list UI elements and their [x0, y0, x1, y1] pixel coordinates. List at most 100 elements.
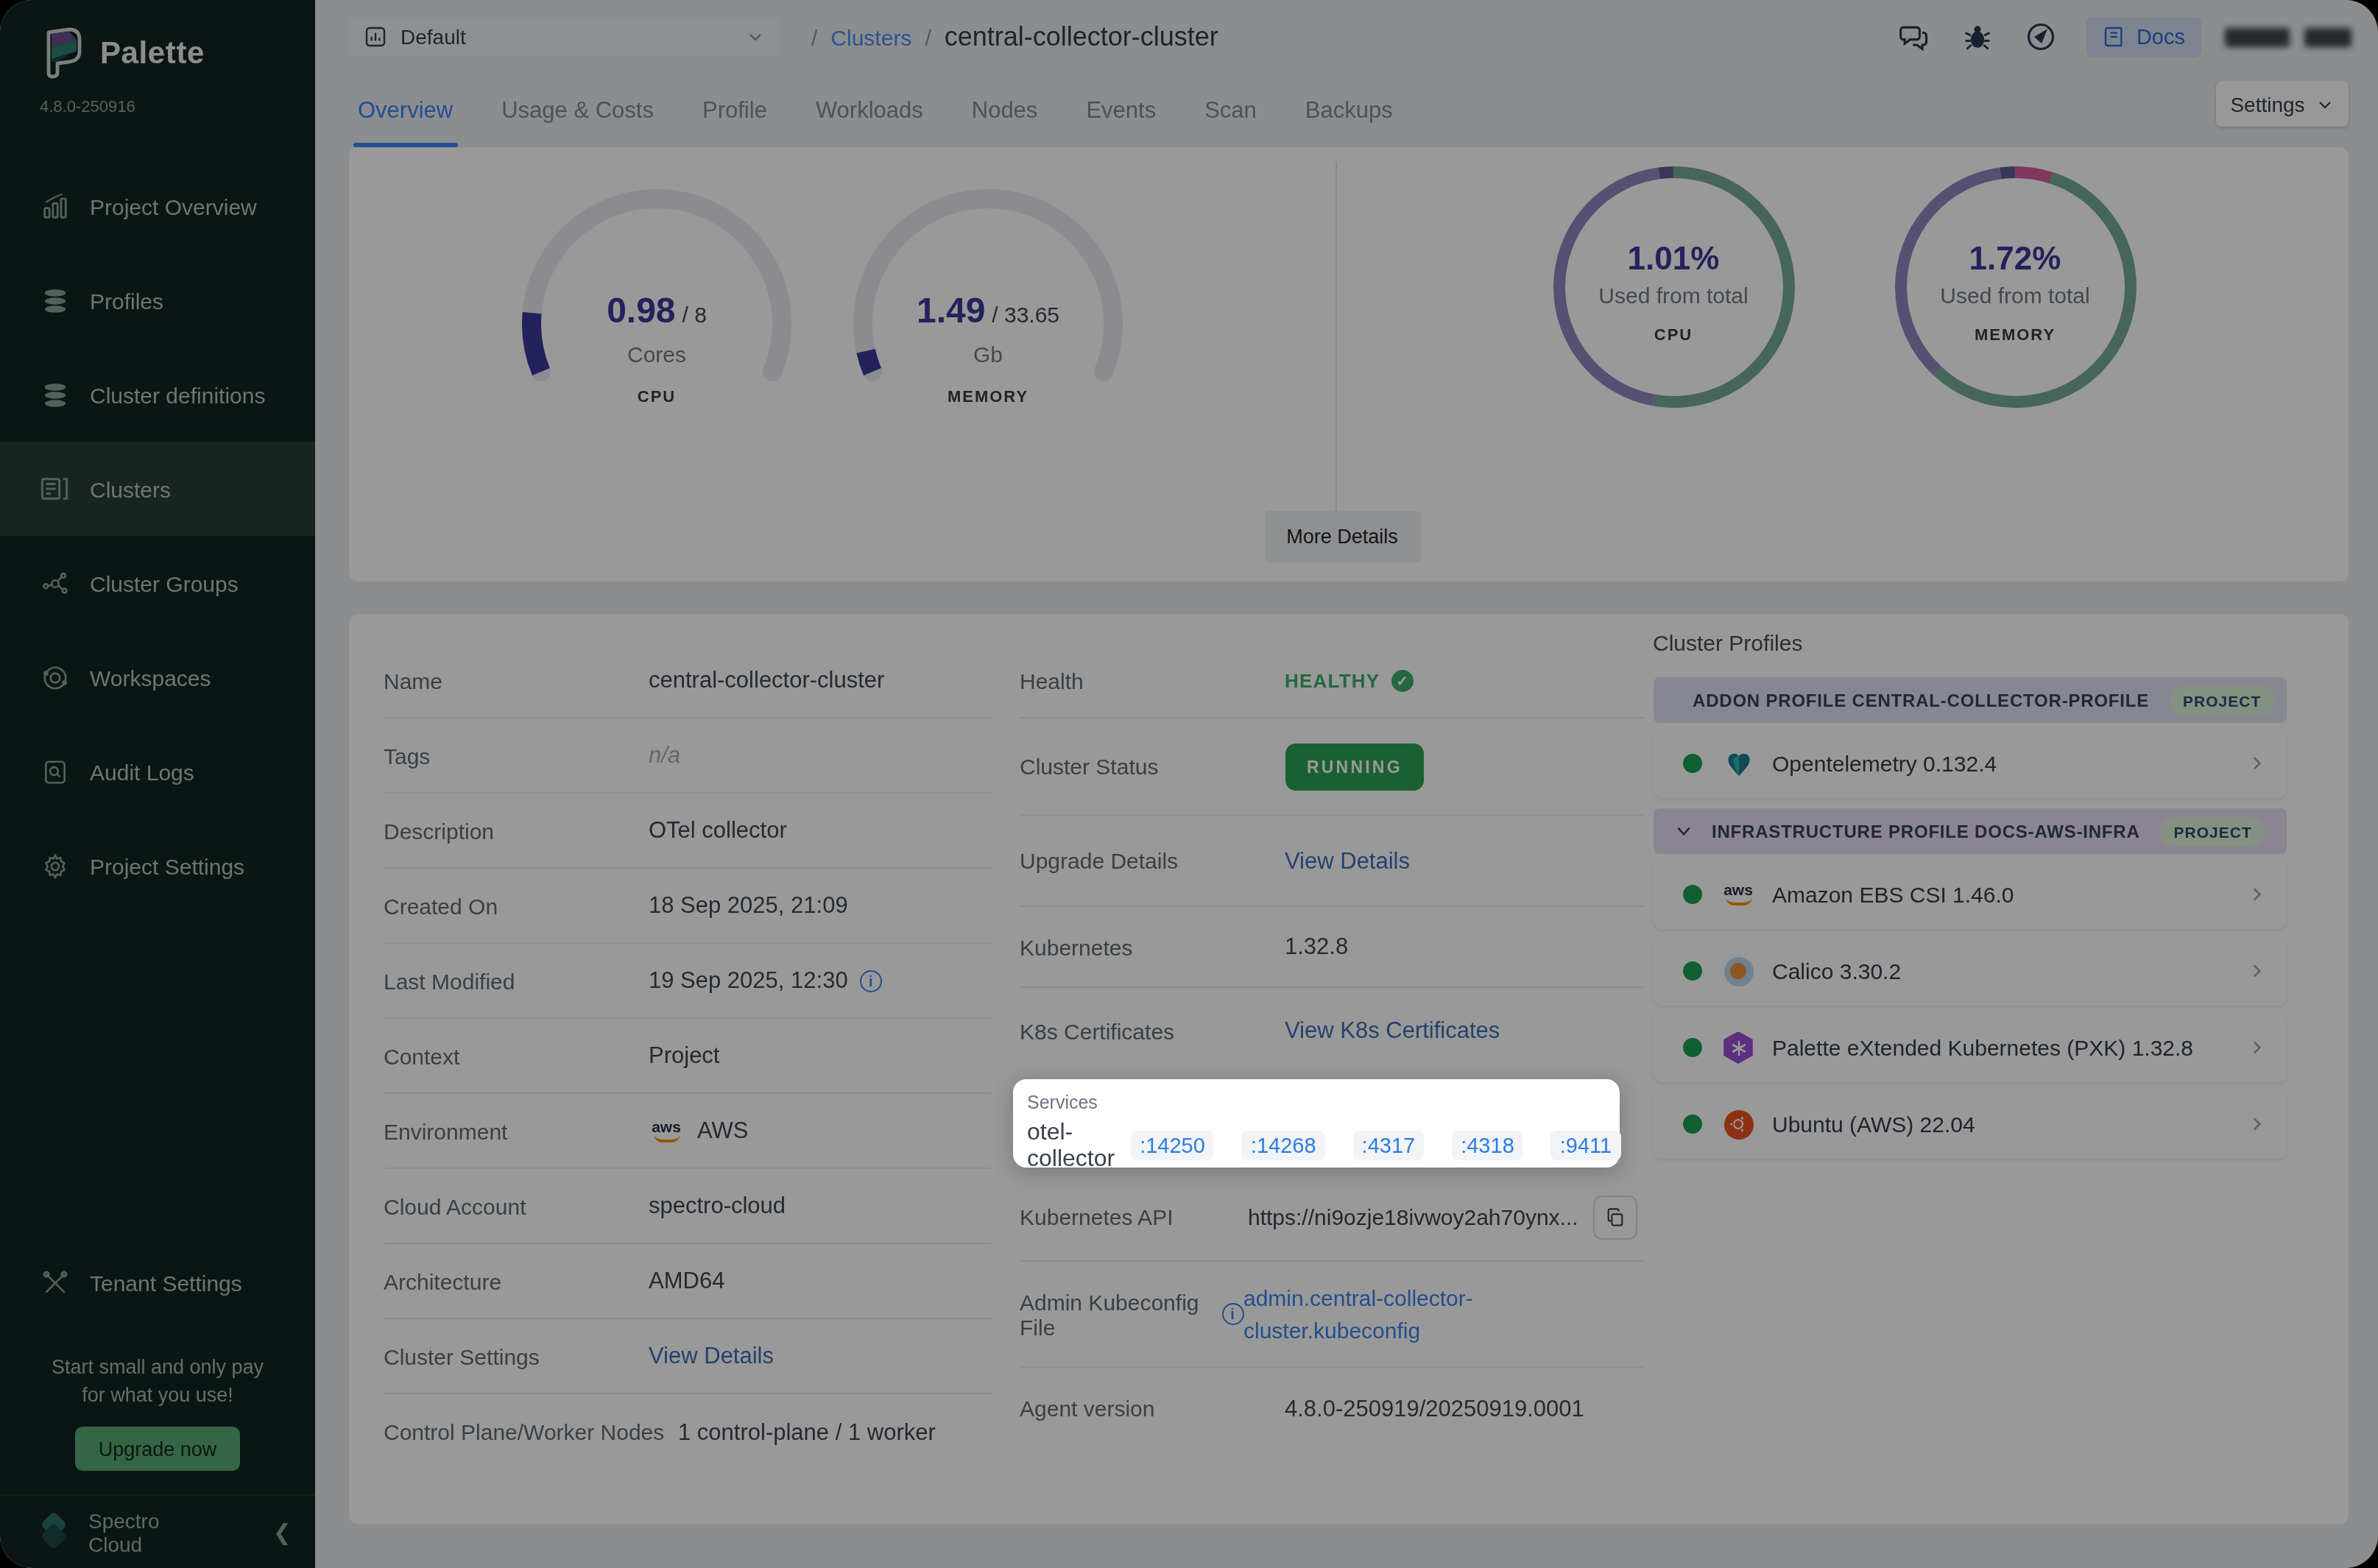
brand-row: Spectro Cloud ❮ [0, 1494, 315, 1568]
breadcrumb-clusters-link[interactable]: Clusters [830, 24, 911, 49]
memory-gauge-caption: MEMORY [811, 387, 1165, 405]
copy-icon[interactable] [1593, 1195, 1637, 1239]
status-row-certs: K8s Certificates View K8s Certificates [1020, 988, 1644, 1073]
status-row-kubeconfig: Admin Kubeconfig Filei admin.central-col… [1020, 1262, 1644, 1368]
memory-gauge-text: 1.49 / 33.65 Gb [811, 290, 1165, 367]
cluster-tabs: Overview Usage & Costs Profile Workloads… [315, 74, 2378, 147]
sidebar-item-tenant-settings[interactable]: Tenant Settings [0, 1253, 315, 1312]
aws-icon: aws [649, 1120, 684, 1142]
project-selector[interactable]: Default [349, 18, 779, 56]
service-port-link[interactable]: :14250 [1131, 1131, 1214, 1160]
logo: Palette [40, 27, 315, 80]
profile-layer-calico[interactable]: Calico 3.30.2 [1653, 936, 2286, 1006]
cluster-definitions-icon [40, 380, 69, 409]
cpu-donut-text: 1.01% Used from total CPU [1497, 240, 1850, 343]
clusters-icon [40, 474, 69, 504]
sidebar-item-label: Workspaces [90, 665, 211, 690]
sidebar-item-audit-logs[interactable]: Audit Logs [0, 724, 315, 819]
sidebar-item-label: Project Settings [90, 853, 244, 878]
sidebar-item-clusters[interactable]: Clusters [0, 442, 315, 536]
view-details-link[interactable]: View Details [649, 1343, 774, 1369]
service-port-link[interactable]: :14268 [1242, 1131, 1325, 1160]
tab-scan[interactable]: Scan [1204, 74, 1257, 147]
upgrade-view-details-link[interactable]: View Details [1285, 847, 1410, 874]
sidebar-item-label: Project Overview [90, 194, 257, 219]
detail-row-cluster-settings: Cluster Settings View Details [384, 1319, 990, 1394]
profile-layer-ubuntu[interactable]: Ubuntu (AWS) 22.04 [1653, 1090, 2286, 1159]
docs-button[interactable]: Docs [2086, 17, 2201, 57]
profile-layer-ebs-csi[interactable]: aws Amazon EBS CSI 1.46.0 [1653, 860, 2286, 929]
status-dot [1682, 1038, 1701, 1057]
sidebar-item-profiles[interactable]: Profiles [0, 253, 315, 347]
tab-overview[interactable]: Overview [358, 74, 453, 147]
sidebar-item-cluster-groups[interactable]: Cluster Groups [0, 536, 315, 630]
docs-label: Docs [2137, 25, 2185, 49]
detail-row-nodes: Control Plane/Worker Nodes 1 control-pla… [384, 1394, 990, 1469]
service-port-link[interactable]: :4318 [1452, 1131, 1523, 1160]
breadcrumb-current: central-collector-cluster [945, 21, 1218, 52]
profile-layer-pxk[interactable]: Palette eXtended Kubernetes (PXK) 1.32.8 [1653, 1013, 2286, 1082]
version-label: 4.8.0-250916 [40, 97, 315, 115]
view-k8s-certificates-link[interactable]: View K8s Certificates [1285, 1017, 1500, 1044]
info-icon[interactable]: i [1221, 1303, 1243, 1325]
info-icon[interactable]: i [860, 970, 882, 992]
status-row-kubernetes-api: Kubernetes API https://ni9ozje18ivwoy2ah… [1020, 1173, 1644, 1262]
user-name-redacted[interactable] [2225, 27, 2351, 46]
detail-row-description: Description OTel collector [384, 794, 990, 869]
status-dot [1682, 885, 1701, 904]
more-details-button[interactable]: More Details [1264, 511, 1420, 562]
status-dot [1682, 754, 1701, 773]
breadcrumb: / Clusters / central-collector-cluster [811, 21, 1218, 52]
sidebar-bottom: Tenant Settings Start small and only pay… [0, 1253, 315, 1568]
services-title: Services [1027, 1092, 1619, 1113]
status-row-kubernetes: Kubernetes 1.32.8 [1020, 907, 1644, 988]
sidebar-item-project-overview[interactable]: Project Overview [0, 159, 315, 253]
upgrade-now-button[interactable]: Upgrade now [75, 1427, 240, 1471]
tab-nodes[interactable]: Nodes [972, 74, 1038, 147]
divider [1335, 162, 1336, 530]
brand-text: Spectro Cloud [88, 1508, 273, 1555]
settings-button[interactable]: Settings [2216, 81, 2349, 127]
docs-book-icon [2103, 25, 2126, 49]
service-port-link[interactable]: :4317 [1353, 1131, 1425, 1160]
sidebar-item-cluster-definitions[interactable]: Cluster definitions [0, 347, 315, 442]
status-row-health: Health HEALTHY ✓ [1020, 643, 1644, 718]
tenant-settings-icon [40, 1268, 69, 1297]
collapse-sidebar-icon[interactable]: ❮ [273, 1519, 292, 1545]
profiles-icon [40, 286, 69, 315]
cluster-groups-icon [40, 568, 69, 598]
ubuntu-icon [1722, 1108, 1754, 1140]
kubeconfig-link[interactable]: admin.central-collector- cluster.kubecon… [1243, 1282, 1473, 1346]
sidebar-item-workspaces[interactable]: Workspaces [0, 630, 315, 724]
app-title: Palette [100, 35, 205, 71]
tab-workloads[interactable]: Workloads [816, 74, 923, 147]
chevron-down-icon [2317, 95, 2335, 113]
detail-row-environment: Environment aws AWS [384, 1094, 990, 1169]
health-status: HEALTHY ✓ [1285, 669, 1414, 691]
addon-profile-header[interactable]: ADDON PROFILE CENTRAL-COLLECTOR-PROFILE … [1653, 677, 2286, 723]
cluster-profiles-panel: Cluster Profiles ADDON PROFILE CENTRAL-C… [1653, 630, 2286, 1169]
help-compass-icon[interactable] [2023, 19, 2058, 54]
infrastructure-profile-group: INFRASTRUCTURE PROFILE DOCS-AWS-INFRA PR… [1653, 808, 2286, 1159]
tab-usage-costs[interactable]: Usage & Costs [501, 74, 654, 147]
tab-backups[interactable]: Backups [1305, 74, 1393, 147]
service-port-link[interactable]: :9411 [1551, 1131, 1620, 1160]
project-overview-icon [40, 191, 69, 221]
cluster-profiles-title: Cluster Profiles [1653, 630, 2286, 655]
chevron-down-icon [747, 28, 764, 46]
sidebar-menu: Project Overview Profiles Cluster defini… [0, 159, 315, 913]
calico-icon [1722, 955, 1754, 987]
status-row-upgrade: Upgrade Details View Details [1020, 816, 1644, 907]
tab-profile[interactable]: Profile [702, 74, 767, 147]
status-dot [1682, 961, 1701, 981]
infrastructure-profile-header[interactable]: INFRASTRUCTURE PROFILE DOCS-AWS-INFRA PR… [1653, 808, 2286, 854]
sidebar-item-project-settings[interactable]: Project Settings [0, 819, 315, 913]
feedback-icon[interactable] [1897, 19, 1932, 54]
tab-events[interactable]: Events [1086, 74, 1156, 147]
palette-logo-icon [40, 27, 84, 80]
status-row-agent-version: Agent version 4.8.0-250919/20250919.0001 [1020, 1368, 1644, 1449]
chevron-right-icon [2246, 754, 2265, 773]
bug-report-icon[interactable] [1960, 19, 1995, 54]
profile-layer-opentelemetry[interactable]: Opentelemetry 0.132.4 [1653, 729, 2286, 798]
project-icon [364, 25, 387, 49]
